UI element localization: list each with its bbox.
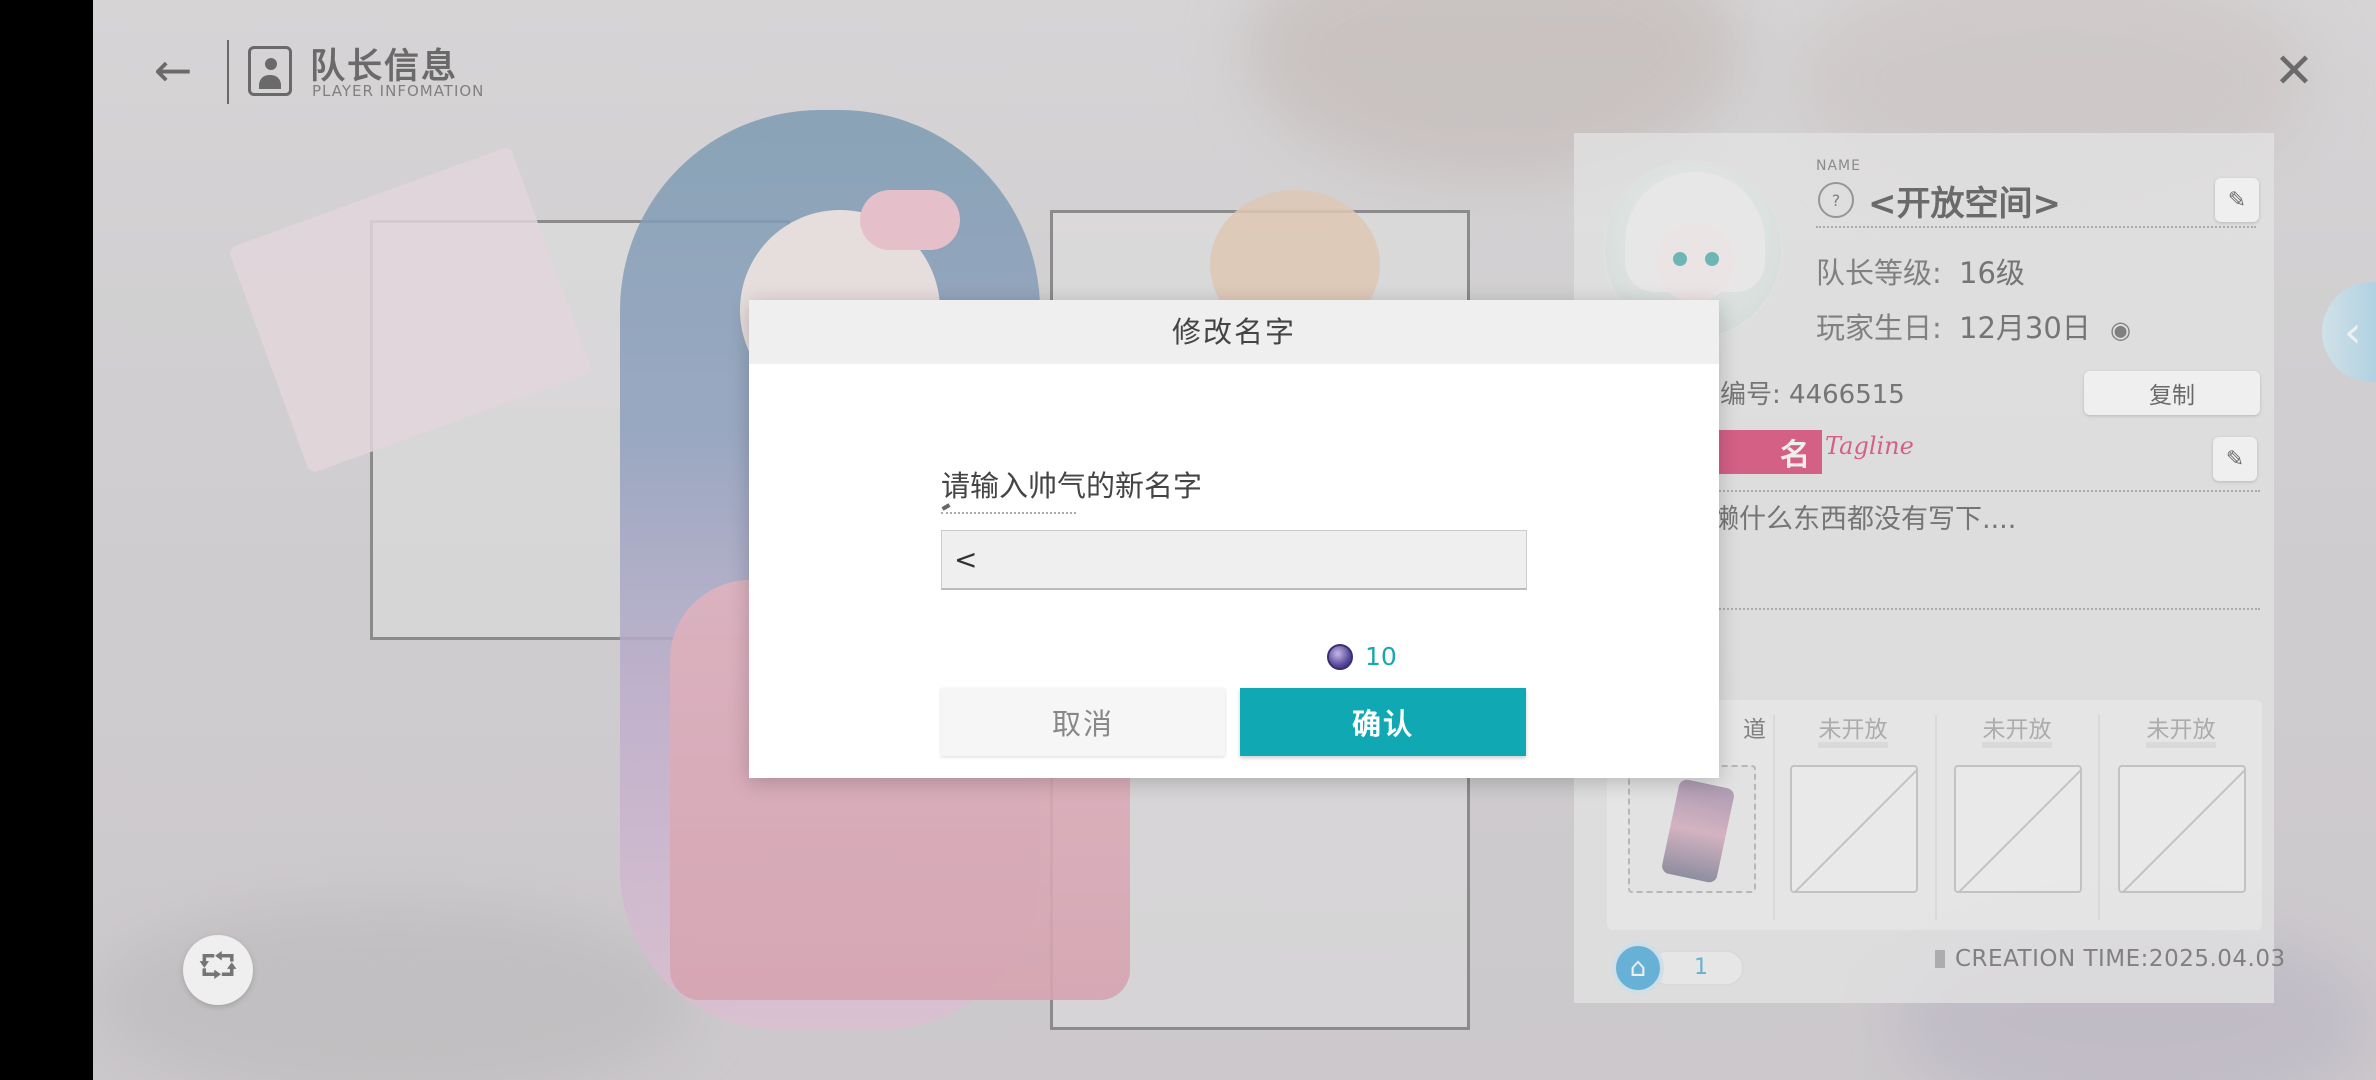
dialog-title: 修改名字 [749,300,1719,364]
rename-prompt: 请输入帅气的新名字 [941,469,1203,503]
rename-cost: 10 [1327,642,1397,671]
rename-dialog: 修改名字 请输入帅气的新名字 10 取消 确认 [749,300,1719,778]
currency-gem-icon [1327,643,1353,670]
cancel-button[interactable]: 取消 [941,688,1225,756]
prompt-underline [941,512,1076,514]
cost-value: 10 [1365,642,1397,671]
new-name-input[interactable] [941,530,1527,590]
left-black-bar [0,0,93,1080]
confirm-button[interactable]: 确认 [1240,688,1526,756]
